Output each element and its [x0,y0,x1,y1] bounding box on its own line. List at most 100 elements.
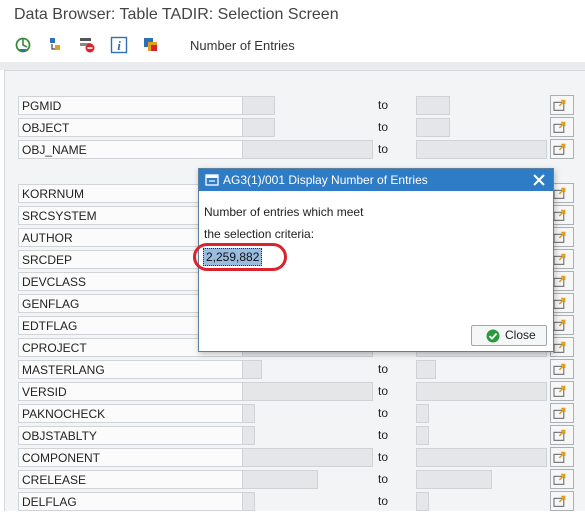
execute-icon[interactable] [14,36,32,54]
to-label: to [378,362,389,376]
toolbar-separator [0,62,585,70]
window-title: Data Browser: Table TADIR: Selection Scr… [14,6,339,23]
to-value-input[interactable] [416,448,547,467]
field-label-text: AUTHOR [22,231,73,245]
to-label: to [378,450,389,464]
multiple-selection-button[interactable] [550,403,574,423]
to-value-input[interactable] [416,96,450,115]
from-value-input[interactable] [242,360,262,379]
selection-row-masterlang: MASTERLANG to [5,359,585,380]
delete-selection-icon[interactable] [78,36,96,54]
to-label: to [378,142,389,156]
from-value-input[interactable] [242,448,373,467]
multiple-selection-icon [553,385,566,397]
close-icon[interactable] [531,172,547,188]
multiple-selection-icon [553,209,566,221]
from-value-input[interactable] [242,382,373,401]
multiple-selection-icon [553,99,566,111]
field-label: CRELEASE [18,470,243,489]
dialog-message-line1: Number of entries which meet [204,205,364,219]
to-label: to [378,472,389,486]
selection-options-icon[interactable] [142,36,160,54]
selection-row-objstablty: OBJSTABLTY to [5,425,585,446]
multiple-selection-icon [553,297,566,309]
highlight-oval [193,243,287,271]
multiple-selection-icon [553,143,566,155]
field-label: COMPONENT [18,448,243,467]
from-value-input[interactable] [242,470,318,489]
multiple-selection-button[interactable] [550,447,574,467]
multiple-selection-icon [553,495,566,507]
close-button[interactable]: Close [471,325,547,346]
field-label-text: OBJSTABLTY [22,429,97,443]
svg-text:i: i [117,38,121,53]
field-label-text: OBJ_NAME [22,143,87,157]
multiple-selection-icon [553,429,566,441]
to-value-input[interactable] [416,426,429,445]
dialog-title: AG3(1)/001 Display Number of Entries [223,173,428,187]
to-label: to [378,384,389,398]
to-value-input[interactable] [416,360,436,379]
multiple-selection-button[interactable] [550,491,574,511]
multiple-selection-button[interactable] [550,469,574,489]
field-label: MASTERLANG [18,360,243,379]
selection-row-object: OBJECT to [5,117,585,138]
selection-row-obj-name: OBJ_NAME to [5,139,585,160]
to-value-input[interactable] [416,492,429,511]
multiple-selection-icon [553,363,566,375]
multiple-selection-icon [553,451,566,463]
dialog-title-bar[interactable]: AG3(1)/001 Display Number of Entries [199,169,553,191]
selection-row-versid: VERSID to [5,381,585,402]
multiple-selection-button[interactable] [550,95,574,115]
toolbar: i Number of Entries [0,32,585,60]
field-label-text: SRCSYSTEM [22,209,97,223]
field-label: DELFLAG [18,492,243,511]
field-label-text: DELFLAG [22,495,77,509]
field-label: OBJSTABLTY [18,426,243,445]
from-value-input[interactable] [242,140,373,159]
field-label-text: MASTERLANG [22,363,105,377]
selection-row-delflag: DELFLAG to [5,491,585,512]
to-value-input[interactable] [416,404,429,423]
field-label-text: KORRNUM [22,187,84,201]
multiple-selection-icon [553,407,566,419]
multiple-selection-icon [553,473,566,485]
to-value-input[interactable] [416,140,547,159]
from-value-input[interactable] [242,118,275,137]
multiple-selection-icon [553,275,566,287]
to-label: to [378,120,389,134]
variant-icon[interactable] [46,36,64,54]
multiple-selection-button[interactable] [550,359,574,379]
from-value-input[interactable] [242,426,255,445]
field-label-text: EDTFLAG [22,319,78,333]
multiple-selection-icon [553,121,566,133]
close-button-label: Close [505,328,536,342]
to-value-input[interactable] [416,118,450,137]
from-value-input[interactable] [242,492,255,511]
multiple-selection-icon [553,341,566,353]
to-label: to [378,494,389,508]
field-label-text: DEVCLASS [22,275,87,289]
multiple-selection-button[interactable] [550,381,574,401]
multiple-selection-button[interactable] [550,117,574,137]
from-value-input[interactable] [242,96,275,115]
multiple-selection-button[interactable] [550,139,574,159]
field-label-text: CRELEASE [22,473,87,487]
to-label: to [378,98,389,112]
dialog-window-icon [205,174,219,186]
to-value-input[interactable] [416,470,492,489]
multiple-selection-icon [553,187,566,199]
to-value-input[interactable] [416,382,547,401]
from-value-input[interactable] [242,404,255,423]
selection-row-pgmid: PGMID to [5,95,585,116]
field-label: PGMID [18,96,243,115]
field-label-text: GENFLAG [22,297,80,311]
multiple-selection-icon [553,253,566,265]
check-icon [486,329,500,343]
number-of-entries-button[interactable]: Number of Entries [190,37,295,55]
field-label: OBJECT [18,118,243,137]
field-label-text: VERSID [22,385,67,399]
multiple-selection-button[interactable] [550,425,574,445]
multiple-selection-icon [553,319,566,331]
info-icon[interactable]: i [110,36,128,54]
